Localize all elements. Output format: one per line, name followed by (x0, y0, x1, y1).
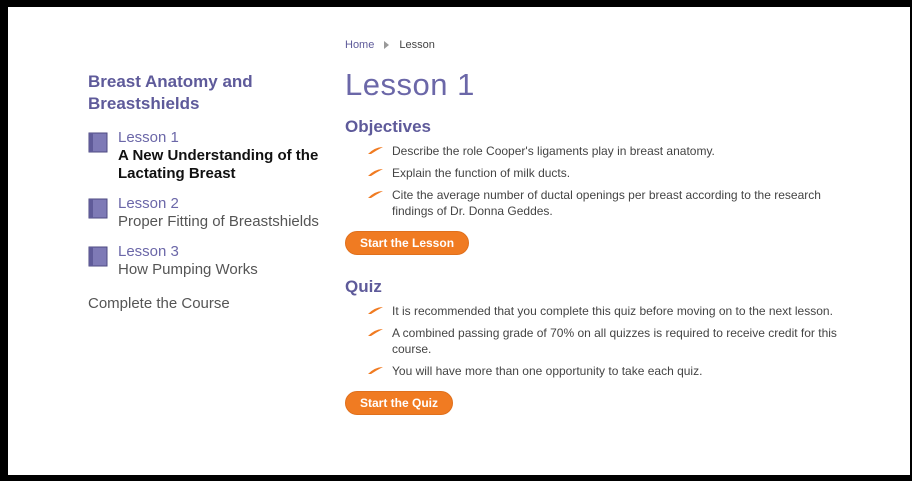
lesson-number[interactable]: Lesson 3 (118, 243, 258, 261)
main-content: Home Lesson Lesson 1 Objectives Describe… (345, 39, 865, 415)
quiz-info-text: A combined passing grade of 70% on all q… (392, 326, 837, 356)
objective-text: Explain the function of milk ducts. (392, 166, 571, 180)
orange-swoosh-bullet-icon (368, 169, 383, 176)
objectives-list: Describe the role Cooper's ligaments pla… (345, 143, 865, 219)
list-item: Cite the average number of ductal openin… (367, 187, 865, 219)
list-item: It is recommended that you complete this… (367, 303, 865, 319)
objective-text: Describe the role Cooper's ligaments pla… (392, 144, 715, 158)
lesson-title[interactable]: Proper Fitting of Breastshields (118, 213, 319, 231)
lesson-title[interactable]: How Pumping Works (118, 261, 258, 279)
orange-swoosh-bullet-icon (368, 329, 383, 336)
quiz-info-text: It is recommended that you complete this… (392, 304, 833, 318)
list-item: You will have more than one opportunity … (367, 363, 865, 379)
book-icon (88, 246, 108, 267)
objective-text: Cite the average number of ductal openin… (392, 188, 821, 218)
sidebar-lesson-2[interactable]: Lesson 2 Proper Fitting of Breastshields (88, 195, 328, 231)
start-quiz-button[interactable]: Start the Quiz (345, 391, 454, 415)
orange-swoosh-bullet-icon (368, 307, 383, 314)
app-frame: Breast Anatomy and Breastshields Lesson … (0, 0, 912, 481)
complete-course-link[interactable]: Complete the Course (88, 295, 328, 312)
quiz-list: It is recommended that you complete this… (345, 303, 865, 379)
quiz-heading: Quiz (345, 277, 382, 296)
triangle-right-icon (384, 41, 390, 49)
lesson-number[interactable]: Lesson 2 (118, 195, 319, 213)
book-icon (88, 198, 108, 219)
list-item: Explain the function of milk ducts. (367, 165, 865, 181)
objectives-heading: Objectives (345, 117, 431, 136)
book-icon (88, 132, 108, 153)
breadcrumb-home-link[interactable]: Home (345, 39, 374, 51)
orange-swoosh-bullet-icon (368, 367, 383, 374)
orange-swoosh-bullet-icon (368, 191, 383, 198)
quiz-info-text: You will have more than one opportunity … (392, 364, 703, 378)
list-item: Describe the role Cooper's ligaments pla… (367, 143, 865, 159)
lesson-number[interactable]: Lesson 1 (118, 129, 328, 147)
page-title: Lesson 1 (345, 67, 475, 102)
course-title: Breast Anatomy and Breastshields (88, 72, 253, 113)
list-item: A combined passing grade of 70% on all q… (367, 325, 865, 357)
breadcrumb-current: Lesson (399, 39, 435, 51)
orange-swoosh-bullet-icon (368, 147, 383, 154)
breadcrumb: Home Lesson (345, 39, 865, 51)
course-sidebar: Breast Anatomy and Breastshields Lesson … (88, 71, 328, 312)
sidebar-lesson-3[interactable]: Lesson 3 How Pumping Works (88, 243, 328, 279)
start-lesson-button[interactable]: Start the Lesson (345, 231, 470, 255)
lesson-title[interactable]: A New Understanding of the Lactating Bre… (118, 147, 328, 183)
sidebar-lesson-1[interactable]: Lesson 1 A New Understanding of the Lact… (88, 129, 328, 183)
